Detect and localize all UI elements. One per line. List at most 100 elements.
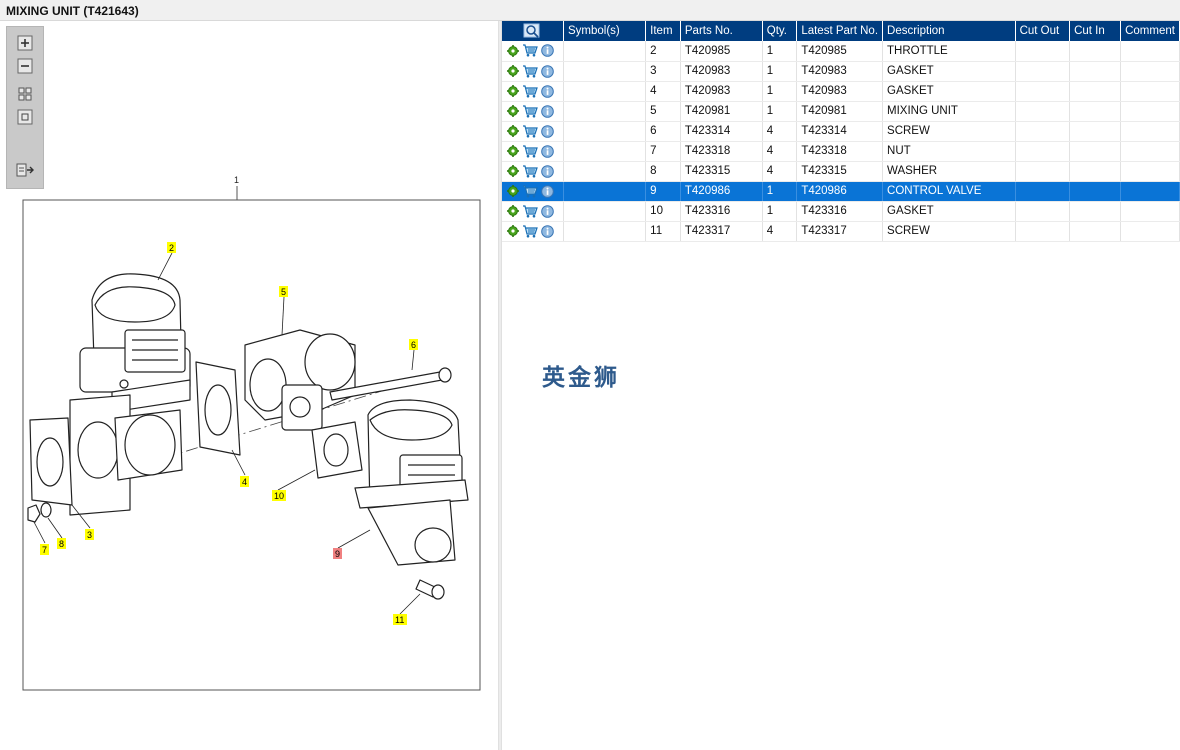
cell-cut-in (1069, 41, 1122, 62)
cell-cut-out (1015, 81, 1071, 102)
info-icon[interactable] (541, 164, 554, 178)
cell-symbols (563, 201, 647, 222)
cell-description: SCREW (882, 221, 1016, 242)
cell-description: CONTROL VALVE (882, 181, 1016, 202)
cell-cut-out (1015, 141, 1071, 162)
cell-cut-out (1015, 181, 1071, 202)
cell-latest-part-no: T423318 (796, 141, 884, 162)
gear-icon[interactable] (507, 44, 519, 57)
table-row[interactable]: 2 T420985 1 T420985 THROTTLE (502, 41, 1180, 62)
actual-size-button[interactable] (15, 108, 35, 126)
cell-qty: 1 (762, 181, 798, 202)
diagram-pane[interactable]: 1 2 5 6 4 10 3 8 7 9 11 (0, 21, 498, 750)
cell-description: WASHER (882, 161, 1016, 182)
cell-cut-in (1069, 221, 1122, 242)
cell-comment (1120, 101, 1180, 122)
assembly-label: 1 (234, 175, 239, 185)
cart-icon[interactable] (522, 104, 538, 118)
cart-icon[interactable] (522, 44, 538, 57)
table-row[interactable]: 9 T420986 1 T420986 CONTROL VALVE (502, 181, 1180, 202)
table-row[interactable]: 4 T420983 1 T420983 GASKET (502, 81, 1180, 102)
callout-2[interactable]: 2 (167, 242, 176, 253)
gear-icon[interactable] (507, 65, 519, 77)
cell-latest-part-no: T420985 (796, 41, 884, 62)
column-header-comment[interactable]: Comment (1120, 21, 1180, 41)
svg-text:5: 5 (281, 287, 286, 297)
info-icon[interactable] (541, 104, 554, 118)
column-header-description[interactable]: Description (882, 21, 1016, 41)
cell-qty: 4 (762, 161, 798, 182)
table-row[interactable]: 5 T420981 1 T420981 MIXING UNIT (502, 101, 1180, 122)
callout-7[interactable]: 7 (40, 544, 49, 555)
exploded-diagram[interactable]: 1 2 5 6 4 10 3 8 7 9 11 (0, 21, 498, 750)
washer-part[interactable] (40, 502, 52, 518)
svg-text:6: 6 (411, 340, 416, 350)
gear-icon[interactable] (507, 85, 519, 97)
column-header-parts-no[interactable]: Parts No. (680, 21, 763, 41)
info-icon[interactable] (541, 44, 554, 58)
table-header: Symbol(s) Item Parts No. Qty. Latest Par… (502, 21, 1180, 41)
cell-latest-part-no: T423314 (796, 121, 884, 142)
cart-icon[interactable] (522, 64, 538, 78)
gear-icon[interactable] (507, 105, 519, 117)
cell-item: 4 (645, 81, 681, 102)
table-row[interactable]: 11 T423317 4 T423317 SCREW (502, 221, 1180, 242)
info-icon[interactable] (541, 64, 554, 78)
zoom-out-button[interactable] (15, 57, 35, 75)
cart-icon[interactable] (522, 164, 538, 178)
cell-symbols (563, 181, 647, 202)
svg-text:3: 3 (87, 530, 92, 540)
column-header-latest-part-no[interactable]: Latest Part No. (796, 21, 884, 41)
callout-5[interactable]: 5 (279, 286, 288, 297)
callout-8[interactable]: 8 (57, 538, 66, 549)
table-row[interactable]: 8 T423315 4 T423315 WASHER (502, 161, 1180, 182)
callout-4[interactable]: 4 (240, 476, 249, 487)
zoom-in-button[interactable] (15, 34, 35, 52)
info-icon[interactable] (541, 204, 554, 218)
cart-icon[interactable] (522, 84, 538, 98)
callout-9[interactable]: 9 (333, 548, 342, 559)
table-row[interactable]: 10 T423316 1 T423316 GASKET (502, 201, 1180, 222)
search-icon[interactable] (523, 23, 541, 39)
export-button[interactable] (15, 161, 35, 179)
table-row[interactable]: 6 T423314 4 T423314 SCREW (502, 121, 1180, 142)
callout-6[interactable]: 6 (409, 339, 418, 350)
cart-icon[interactable] (522, 144, 538, 158)
gear-icon[interactable] (507, 125, 519, 137)
column-header-qty[interactable]: Qty. (762, 21, 798, 41)
info-icon[interactable] (541, 84, 554, 98)
info-icon[interactable] (541, 184, 554, 198)
row-actions (502, 121, 564, 142)
svg-text:7: 7 (42, 545, 47, 555)
cart-icon[interactable] (522, 124, 538, 138)
gear-icon[interactable] (507, 225, 519, 237)
column-header-actions[interactable] (502, 21, 564, 41)
fit-grid-button[interactable] (15, 85, 35, 103)
gear-icon[interactable] (507, 185, 519, 197)
gear-icon[interactable] (507, 145, 519, 157)
info-icon[interactable] (541, 224, 554, 238)
cell-comment (1120, 221, 1180, 242)
column-header-cut-out[interactable]: Cut Out (1015, 21, 1071, 41)
callout-11[interactable]: 11 (393, 614, 407, 625)
column-header-cut-in[interactable]: Cut In (1069, 21, 1122, 41)
cell-comment (1120, 181, 1180, 202)
info-icon[interactable] (541, 124, 554, 138)
info-icon[interactable] (541, 144, 554, 158)
svg-text:9: 9 (335, 549, 340, 559)
gear-icon[interactable] (507, 165, 519, 177)
table-row[interactable]: 3 T420983 1 T420983 GASKET (502, 61, 1180, 82)
callout-10[interactable]: 10 (272, 490, 286, 501)
cart-icon[interactable] (522, 204, 538, 218)
table-row[interactable]: 7 T423318 4 T423318 NUT (502, 141, 1180, 162)
cart-icon[interactable] (522, 224, 538, 238)
column-header-symbols[interactable]: Symbol(s) (563, 21, 647, 41)
cell-symbols (563, 81, 647, 102)
zoom-out-icon (17, 58, 33, 74)
column-header-item[interactable]: Item (645, 21, 681, 41)
cell-description: NUT (882, 141, 1016, 162)
cell-description: SCREW (882, 121, 1016, 142)
callout-3[interactable]: 3 (85, 529, 94, 540)
gear-icon[interactable] (507, 205, 519, 217)
cart-icon[interactable] (522, 184, 538, 198)
